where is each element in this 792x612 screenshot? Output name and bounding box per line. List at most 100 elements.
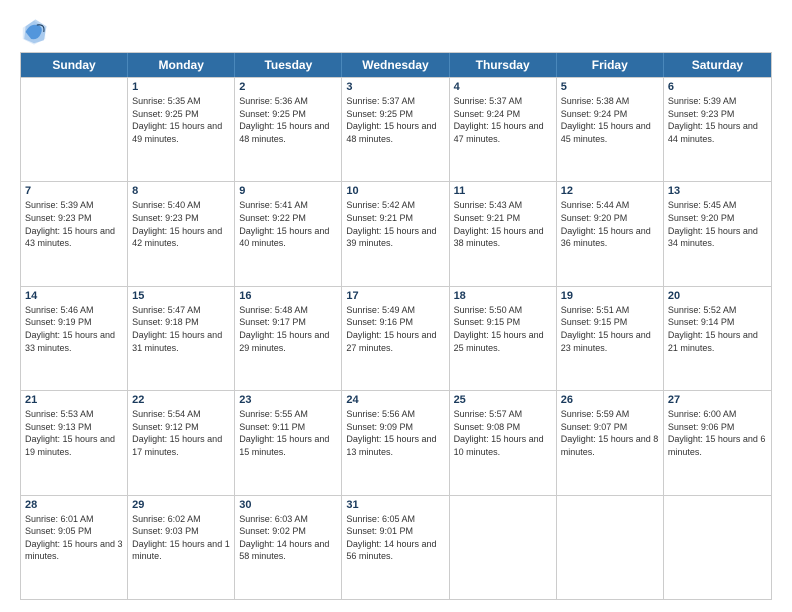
cell-info: Sunrise: 5:41 AMSunset: 9:22 PMDaylight:… [239,199,337,249]
calendar-cell: 5Sunrise: 5:38 AMSunset: 9:24 PMDaylight… [557,78,664,181]
header-day-tuesday: Tuesday [235,53,342,77]
calendar-cell: 8Sunrise: 5:40 AMSunset: 9:23 PMDaylight… [128,182,235,285]
cell-info: Sunrise: 5:57 AMSunset: 9:08 PMDaylight:… [454,408,552,458]
calendar-cell: 2 Sunrise: 5:36 AMSunset: 9:25 PMDaylight… [235,78,342,181]
calendar-body: 1Sunrise: 5:35 AMSunset: 9:25 PMDaylight… [21,77,771,599]
cell-day-number: 19 [561,290,659,302]
cell-day-number: 27 [668,394,767,406]
cell-info: Sunrise: 5:50 AMSunset: 9:15 PMDaylight:… [454,304,552,354]
cell-day-number: 12 [561,185,659,197]
cell-info: Sunrise: 5:59 AMSunset: 9:07 PMDaylight:… [561,408,659,458]
cell-info: Sunrise: 5:36 AMSunset: 9:25 PMDaylight:… [239,95,337,145]
calendar-cell: 11Sunrise: 5:43 AMSunset: 9:21 PMDayligh… [450,182,557,285]
calendar-cell: 17 Sunrise: 5:49 AMSunset: 9:16 PMDayligh… [342,287,449,390]
calendar-cell: 25 Sunrise: 5:57 AMSunset: 9:08 PMDayligh… [450,391,557,494]
calendar-cell: 22 Sunrise: 5:54 AMSunset: 9:12 PMDayligh… [128,391,235,494]
cell-day-number: 3 [346,81,444,93]
calendar-row-2: 14 Sunrise: 5:46 AMSunset: 9:19 PMDayligh… [21,286,771,390]
cell-day-number: 22 [132,394,230,406]
calendar-cell: 20 Sunrise: 5:52 AMSunset: 9:14 PMDayligh… [664,287,771,390]
cell-day-number: 28 [25,499,123,511]
calendar-row-4: 28 Sunrise: 6:01 AMSunset: 9:05 PMDayligh… [21,495,771,599]
cell-info: Sunrise: 6:03 AMSunset: 9:02 PMDaylight:… [239,513,337,563]
cell-day-number: 2 [239,81,337,93]
calendar-cell: 18 Sunrise: 5:50 AMSunset: 9:15 PMDayligh… [450,287,557,390]
header-day-thursday: Thursday [450,53,557,77]
cell-info: Sunrise: 5:42 AMSunset: 9:21 PMDaylight:… [346,199,444,249]
calendar-cell [557,496,664,599]
cell-day-number: 13 [668,185,767,197]
header-day-friday: Friday [557,53,664,77]
calendar-cell: 7 Sunrise: 5:39 AMSunset: 9:23 PMDaylight… [21,182,128,285]
calendar-cell: 4Sunrise: 5:37 AMSunset: 9:24 PMDaylight… [450,78,557,181]
cell-info: Sunrise: 5:37 AMSunset: 9:24 PMDaylight:… [454,95,552,145]
cell-day-number: 18 [454,290,552,302]
calendar-cell [450,496,557,599]
cell-info: Sunrise: 5:52 AMSunset: 9:14 PMDaylight:… [668,304,767,354]
header-day-monday: Monday [128,53,235,77]
cell-day-number: 1 [132,81,230,93]
calendar-cell: 29 Sunrise: 6:02 AMSunset: 9:03 PMDayligh… [128,496,235,599]
header-day-sunday: Sunday [21,53,128,77]
calendar: SundayMondayTuesdayWednesdayThursdayFrid… [20,52,772,600]
cell-info: Sunrise: 5:40 AMSunset: 9:23 PMDaylight:… [132,199,230,249]
cell-info: Sunrise: 5:56 AMSunset: 9:09 PMDaylight:… [346,408,444,458]
calendar-cell: 24Sunrise: 5:56 AMSunset: 9:09 PMDayligh… [342,391,449,494]
cell-info: Sunrise: 5:39 AMSunset: 9:23 PMDaylight:… [25,199,123,249]
cell-day-number: 30 [239,499,337,511]
cell-day-number: 6 [668,81,767,93]
calendar-cell: 14 Sunrise: 5:46 AMSunset: 9:19 PMDayligh… [21,287,128,390]
cell-info: Sunrise: 5:54 AMSunset: 9:12 PMDaylight:… [132,408,230,458]
calendar-cell: 15 Sunrise: 5:47 AMSunset: 9:18 PMDayligh… [128,287,235,390]
cell-day-number: 14 [25,290,123,302]
cell-day-number: 7 [25,185,123,197]
cell-day-number: 31 [346,499,444,511]
cell-day-number: 10 [346,185,444,197]
cell-day-number: 21 [25,394,123,406]
calendar-header: SundayMondayTuesdayWednesdayThursdayFrid… [21,53,771,77]
calendar-cell: 1Sunrise: 5:35 AMSunset: 9:25 PMDaylight… [128,78,235,181]
calendar-cell: 21 Sunrise: 5:53 AMSunset: 9:13 PMDayligh… [21,391,128,494]
calendar-cell: 13Sunrise: 5:45 AMSunset: 9:20 PMDayligh… [664,182,771,285]
logo [20,18,52,46]
calendar-cell: 28 Sunrise: 6:01 AMSunset: 9:05 PMDayligh… [21,496,128,599]
calendar-cell: 19 Sunrise: 5:51 AMSunset: 9:15 PMDayligh… [557,287,664,390]
cell-info: Sunrise: 6:00 AMSunset: 9:06 PMDaylight:… [668,408,767,458]
cell-day-number: 15 [132,290,230,302]
cell-day-number: 20 [668,290,767,302]
cell-day-number: 26 [561,394,659,406]
calendar-cell: 3Sunrise: 5:37 AMSunset: 9:25 PMDaylight… [342,78,449,181]
cell-info: Sunrise: 5:47 AMSunset: 9:18 PMDaylight:… [132,304,230,354]
header-day-saturday: Saturday [664,53,771,77]
calendar-cell: 6 Sunrise: 5:39 AMSunset: 9:23 PMDaylight… [664,78,771,181]
header-day-wednesday: Wednesday [342,53,449,77]
calendar-cell: 31 Sunrise: 6:05 AMSunset: 9:01 PMDayligh… [342,496,449,599]
cell-info: Sunrise: 6:02 AMSunset: 9:03 PMDaylight:… [132,513,230,563]
cell-info: Sunrise: 5:53 AMSunset: 9:13 PMDaylight:… [25,408,123,458]
calendar-row-0: 1Sunrise: 5:35 AMSunset: 9:25 PMDaylight… [21,77,771,181]
cell-info: Sunrise: 5:55 AMSunset: 9:11 PMDaylight:… [239,408,337,458]
header [20,18,772,46]
cell-info: Sunrise: 5:43 AMSunset: 9:21 PMDaylight:… [454,199,552,249]
cell-info: Sunrise: 5:44 AMSunset: 9:20 PMDaylight:… [561,199,659,249]
calendar-cell: 12 Sunrise: 5:44 AMSunset: 9:20 PMDayligh… [557,182,664,285]
calendar-cell: 23Sunrise: 5:55 AMSunset: 9:11 PMDayligh… [235,391,342,494]
calendar-cell: 9Sunrise: 5:41 AMSunset: 9:22 PMDaylight… [235,182,342,285]
page: SundayMondayTuesdayWednesdayThursdayFrid… [0,0,792,612]
cell-info: Sunrise: 5:51 AMSunset: 9:15 PMDaylight:… [561,304,659,354]
calendar-cell: 16Sunrise: 5:48 AMSunset: 9:17 PMDayligh… [235,287,342,390]
logo-icon [20,18,48,46]
cell-info: Sunrise: 6:01 AMSunset: 9:05 PMDaylight:… [25,513,123,563]
calendar-row-3: 21 Sunrise: 5:53 AMSunset: 9:13 PMDayligh… [21,390,771,494]
cell-info: Sunrise: 5:46 AMSunset: 9:19 PMDaylight:… [25,304,123,354]
cell-day-number: 29 [132,499,230,511]
cell-info: Sunrise: 5:39 AMSunset: 9:23 PMDaylight:… [668,95,767,145]
cell-info: Sunrise: 6:05 AMSunset: 9:01 PMDaylight:… [346,513,444,563]
calendar-cell [664,496,771,599]
cell-day-number: 25 [454,394,552,406]
calendar-cell: 30 Sunrise: 6:03 AMSunset: 9:02 PMDayligh… [235,496,342,599]
cell-info: Sunrise: 5:49 AMSunset: 9:16 PMDaylight:… [346,304,444,354]
calendar-row-1: 7 Sunrise: 5:39 AMSunset: 9:23 PMDaylight… [21,181,771,285]
cell-day-number: 17 [346,290,444,302]
cell-day-number: 5 [561,81,659,93]
